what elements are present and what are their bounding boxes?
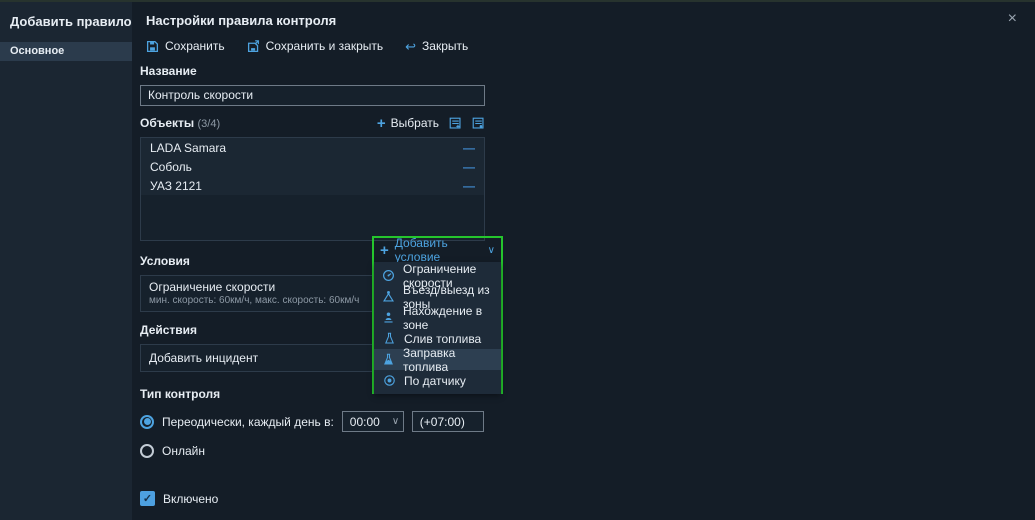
name-label: Название (140, 64, 485, 78)
panel-title: Настройки правила контроля (146, 13, 336, 28)
timezone-select[interactable]: (+07:00) (412, 411, 484, 432)
sidebar-title: Добавить правило к... (0, 2, 132, 39)
close-button[interactable]: ↩ Закрыть (405, 39, 468, 53)
add-condition-label: Добавить условие (395, 236, 482, 264)
periodic-radio-row: Переодически, каждый день в: 00:00 ∨ (+0… (140, 411, 485, 432)
chevron-down-icon: ∨ (488, 245, 495, 256)
time-value: 00:00 (350, 415, 380, 429)
select-objects-label: Выбрать (391, 116, 439, 130)
sidebar: Добавить правило к... Основное (0, 2, 132, 520)
plus-icon: + (377, 116, 386, 131)
condition-type-menu: Ограничение скорости Въезд/выезд из зоны… (374, 262, 501, 394)
periodic-radio[interactable] (140, 415, 154, 429)
object-name: LADA Samara (150, 141, 226, 155)
add-condition-highlight-box: + Добавить условие ∨ Ограничение скорост… (372, 236, 503, 394)
time-select[interactable]: 00:00 ∨ (342, 411, 404, 432)
periodic-label: Переодически, каждый день в: (162, 415, 334, 429)
menu-item-fuel-fill[interactable]: Заправка топлива (374, 349, 501, 370)
save-icon (146, 40, 159, 53)
close-label: Закрыть (422, 39, 468, 53)
menu-item-zone-presence[interactable]: Нахождение в зоне (374, 307, 501, 328)
save-button[interactable]: Сохранить (146, 39, 225, 53)
add-condition-button[interactable]: + Добавить условие ∨ (374, 238, 501, 262)
name-input[interactable]: Контроль скорости (140, 85, 485, 106)
remove-object-icon[interactable]: — (463, 179, 475, 193)
online-radio-row: Онлайн (140, 440, 485, 461)
return-arrow-icon: ↩ (405, 40, 416, 53)
select-all-list-icon[interactable] (449, 117, 462, 130)
remove-object-icon[interactable]: — (463, 160, 475, 174)
object-row[interactable]: УАЗ 2121 — (141, 176, 484, 195)
select-objects-button[interactable]: + Выбрать (377, 116, 439, 131)
clear-list-icon[interactable] (472, 117, 485, 130)
save-and-close-icon (247, 40, 260, 53)
objects-list: LADA Samara — Соболь — УАЗ 2121 — (140, 137, 485, 241)
sidebar-tab-main[interactable]: Основное (0, 42, 132, 61)
objects-header-actions: + Выбрать (377, 116, 485, 131)
save-and-close-label: Сохранить и закрыть (266, 39, 383, 53)
timezone-value: (+07:00) (420, 415, 465, 429)
enabled-label: Включено (163, 492, 218, 506)
fuel-drain-icon (382, 332, 396, 345)
menu-item-label: По датчику (404, 374, 466, 388)
online-radio[interactable] (140, 444, 154, 458)
enabled-row: ✓ Включено (140, 491, 485, 506)
menu-item-by-sensor[interactable]: По датчику (374, 370, 501, 391)
objects-count: (3/4) (197, 118, 220, 130)
objects-label-text: Объекты (140, 116, 194, 130)
zone-enter-exit-icon (382, 290, 395, 303)
save-and-close-button[interactable]: Сохранить и закрыть (247, 39, 383, 53)
close-icon[interactable]: × (1008, 10, 1017, 28)
chevron-down-icon: ∨ (392, 416, 399, 427)
menu-item-label: Слив топлива (404, 332, 481, 346)
object-name: Соболь (150, 160, 192, 174)
objects-label: Объекты (3/4) (140, 116, 220, 130)
toolbar: Сохранить Сохранить и закрыть ↩ Закрыть (146, 37, 468, 55)
online-label: Онлайн (162, 444, 205, 458)
plus-icon: + (380, 243, 389, 258)
object-row[interactable]: LADA Samara — (141, 138, 484, 157)
save-label: Сохранить (165, 39, 225, 53)
sensor-icon (382, 374, 396, 387)
rule-settings-panel: Настройки правила контроля × Сохранить С… (132, 2, 1035, 520)
objects-header: Объекты (3/4) + Выбрать (140, 115, 485, 131)
object-name: УАЗ 2121 (150, 179, 202, 193)
enabled-checkbox[interactable]: ✓ (140, 491, 155, 506)
speedometer-icon (382, 269, 395, 282)
remove-object-icon[interactable]: — (463, 141, 475, 155)
object-row[interactable]: Соболь — (141, 157, 484, 176)
zone-presence-icon (382, 311, 395, 324)
fuel-fill-icon (382, 353, 395, 366)
